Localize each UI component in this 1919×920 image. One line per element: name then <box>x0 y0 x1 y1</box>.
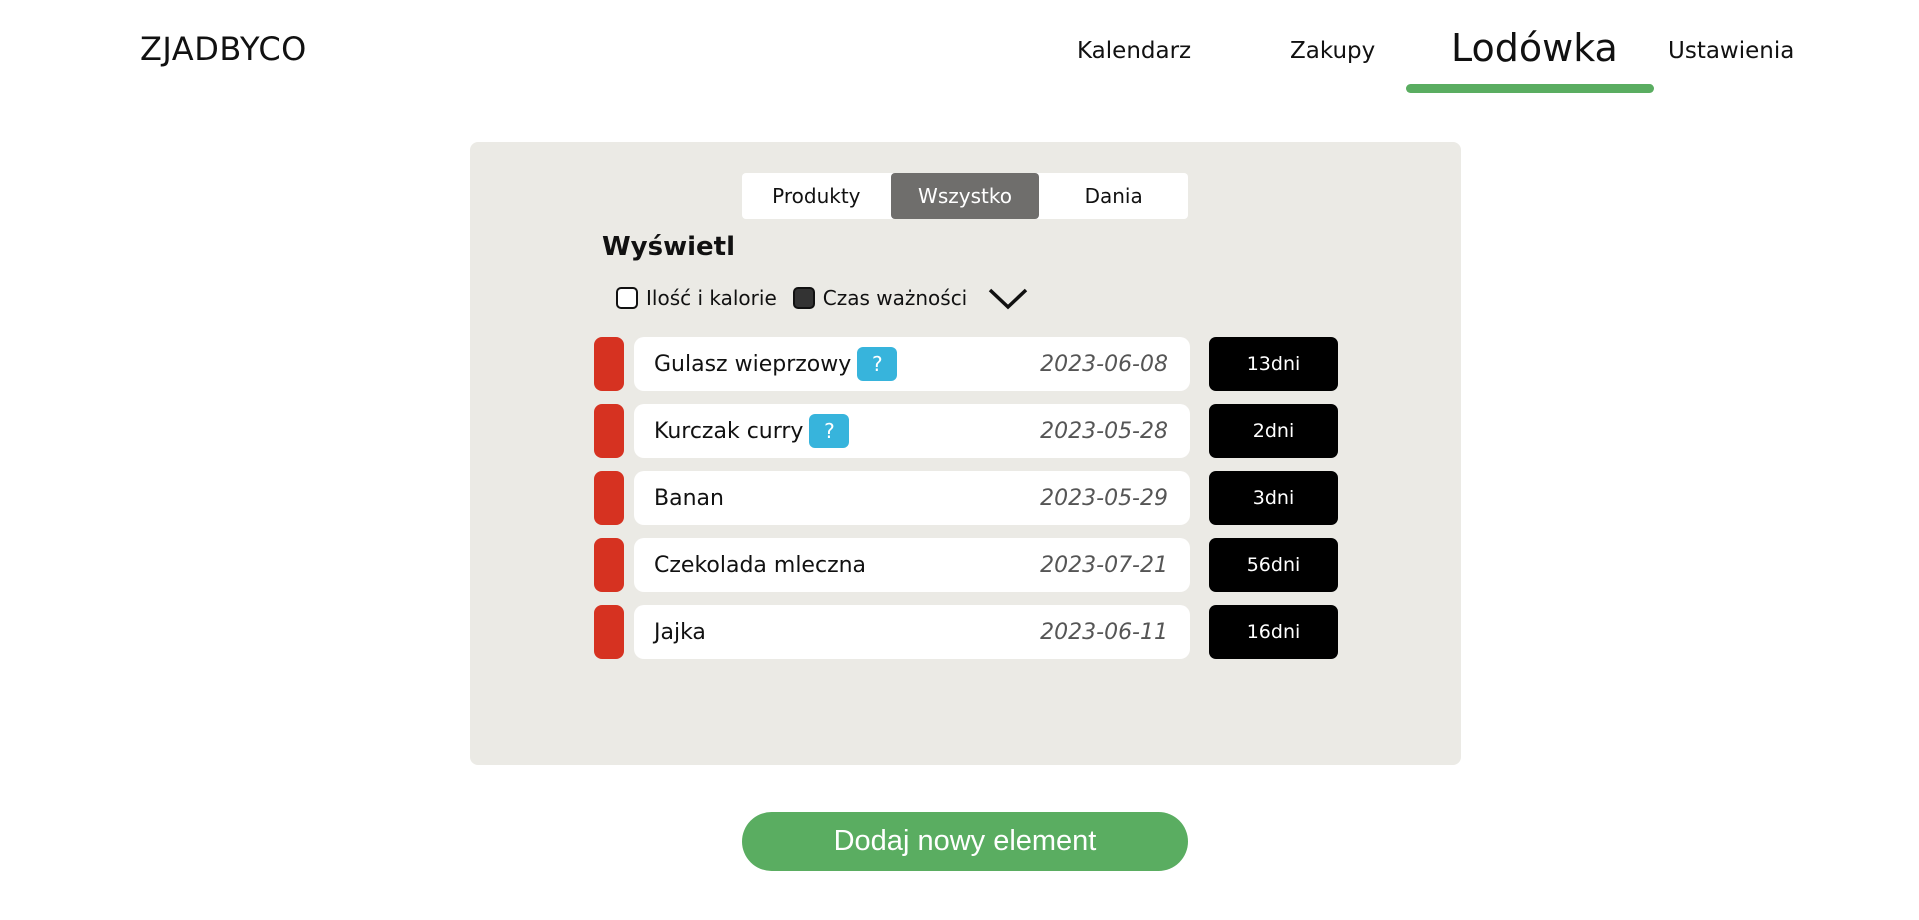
days-left-badge: 56dni <box>1209 538 1338 592</box>
help-icon[interactable]: ? <box>857 347 898 381</box>
display-title: Wyświetl <box>602 232 736 262</box>
page: ZJADBYCO Kalendarz Zakupy Lodówka Ustawi… <box>0 0 1919 920</box>
list-item[interactable]: Kurczak curry ? 2023-05-28 2dni <box>594 404 1340 459</box>
status-marker <box>594 538 624 592</box>
days-left-badge: 13dni <box>1209 337 1338 391</box>
days-left-badge: 3dni <box>1209 471 1338 525</box>
main-nav: Kalendarz Zakupy Lodówka Ustawienia <box>0 0 1919 100</box>
nav-item-kalendarz[interactable]: Kalendarz <box>1077 38 1191 64</box>
nav-item-lodowka[interactable]: Lodówka <box>1451 26 1618 70</box>
item-name: Banan <box>654 485 724 511</box>
product-list: Gulasz wieprzowy ? 2023-06-08 13dni Kurc… <box>594 337 1340 672</box>
status-marker <box>594 471 624 525</box>
item-name: Kurczak curry <box>654 418 804 444</box>
status-marker <box>594 404 624 458</box>
nav-item-ustawienia[interactable]: Ustawienia <box>1668 38 1794 64</box>
item-date: 2023-06-08 <box>1040 351 1168 377</box>
item-name: Gulasz wieprzowy <box>654 351 852 377</box>
item-name: Jajka <box>654 619 706 645</box>
chevron-down-icon[interactable] <box>987 286 1029 310</box>
expiry-checkbox[interactable] <box>792 287 815 309</box>
nav-active-indicator <box>1406 84 1654 93</box>
tab-dania[interactable]: Dania <box>1039 173 1188 219</box>
item-card[interactable]: Czekolada mleczna 2023-07-21 <box>634 538 1190 592</box>
tab-produkty[interactable]: Produkty <box>742 173 891 219</box>
status-marker <box>594 337 624 391</box>
add-new-element-button[interactable]: Dodaj nowy element <box>742 812 1188 871</box>
item-date: 2023-07-21 <box>1040 552 1168 578</box>
item-card[interactable]: Kurczak curry ? 2023-05-28 <box>634 404 1190 458</box>
list-item[interactable]: Gulasz wieprzowy ? 2023-06-08 13dni <box>594 337 1340 392</box>
nav-item-zakupy[interactable]: Zakupy <box>1290 38 1375 64</box>
days-left-badge: 2dni <box>1209 404 1338 458</box>
list-item[interactable]: Czekolada mleczna 2023-07-21 56dni <box>594 538 1340 593</box>
view-tabs: Produkty Wszystko Dania <box>742 173 1188 219</box>
tab-wszystko[interactable]: Wszystko <box>890 173 1040 219</box>
fridge-panel: Produkty Wszystko Dania Wyświetl Ilość i… <box>470 142 1461 765</box>
item-card[interactable]: Jajka 2023-06-11 <box>634 605 1190 659</box>
quantity-calories-checkbox[interactable] <box>616 287 638 309</box>
display-filters: Ilość i kalorie Czas ważności <box>616 283 1029 313</box>
item-date: 2023-05-29 <box>1040 485 1168 511</box>
item-card[interactable]: Gulasz wieprzowy ? 2023-06-08 <box>634 337 1190 391</box>
list-item[interactable]: Jajka 2023-06-11 16dni <box>594 605 1340 660</box>
quantity-calories-label: Ilość i kalorie <box>646 286 777 310</box>
item-date: 2023-06-11 <box>1040 619 1168 645</box>
item-card[interactable]: Banan 2023-05-29 <box>634 471 1190 525</box>
status-marker <box>594 605 624 659</box>
item-date: 2023-05-28 <box>1040 418 1168 444</box>
expiry-label: Czas ważności <box>822 286 968 310</box>
days-left-badge: 16dni <box>1209 605 1338 659</box>
help-icon[interactable]: ? <box>809 414 850 448</box>
list-item[interactable]: Banan 2023-05-29 3dni <box>594 471 1340 526</box>
item-name: Czekolada mleczna <box>654 552 867 578</box>
